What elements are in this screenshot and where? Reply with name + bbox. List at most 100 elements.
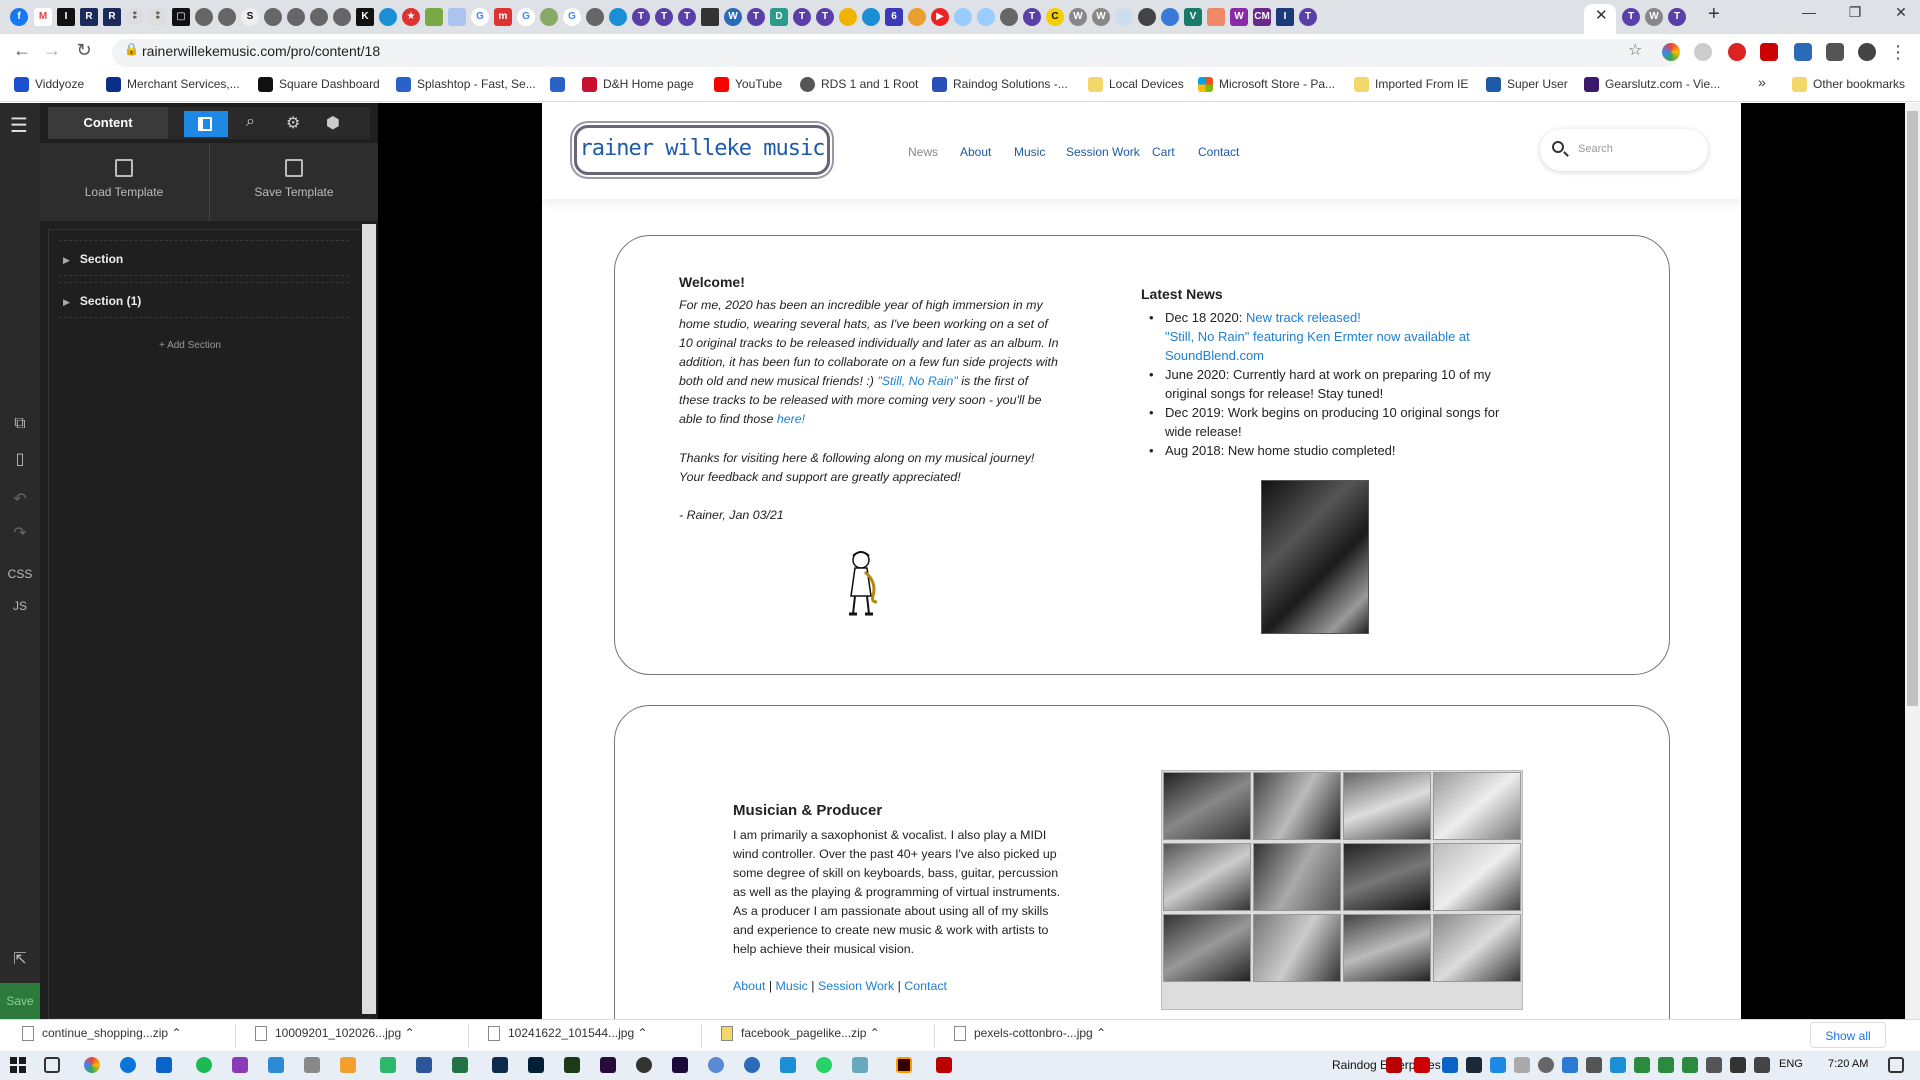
still-no-rain-link[interactable]: "Still, No Rain" — [877, 374, 957, 388]
tab-icon[interactable] — [701, 8, 719, 26]
notifications-icon[interactable] — [1888, 1057, 1904, 1073]
volume-icon[interactable] — [1754, 1057, 1770, 1073]
file-explorer-icon[interactable] — [340, 1057, 356, 1073]
tab-icon[interactable] — [609, 8, 627, 26]
bookmark-item[interactable]: Super User — [1486, 77, 1568, 93]
premiere-icon[interactable] — [600, 1057, 616, 1073]
app-icon[interactable] — [852, 1057, 868, 1073]
gear-icon[interactable]: ⚙ — [286, 113, 300, 133]
tab-icon[interactable] — [310, 8, 328, 26]
kebab-menu-icon[interactable]: ⋮ — [1886, 42, 1910, 63]
tab-icon[interactable] — [540, 8, 558, 26]
lock-icon[interactable]: 🔒 — [124, 42, 139, 56]
tab-icon[interactable] — [1115, 8, 1133, 26]
tab-icon[interactable]: T — [793, 8, 811, 26]
page-scrollbar[interactable] — [1905, 103, 1920, 1019]
tab-icon[interactable]: ⁑ — [149, 8, 167, 26]
display-icon[interactable] — [1730, 1057, 1746, 1073]
google-tab-icon[interactable]: G — [563, 8, 581, 26]
extension-icon[interactable] — [1794, 43, 1812, 61]
tab-icon[interactable]: T — [1023, 8, 1041, 26]
filezilla-icon[interactable] — [936, 1057, 952, 1073]
download-item[interactable]: continue_shopping...zip ⌃ — [22, 1026, 182, 1048]
tab-icon[interactable]: ⁑ — [126, 8, 144, 26]
steam-icon[interactable] — [1466, 1057, 1482, 1073]
new-track-link[interactable]: New track released! — [1246, 310, 1361, 325]
bookmark-star-icon[interactable]: ☆ — [1628, 40, 1642, 60]
nav-about[interactable]: About — [960, 145, 991, 159]
tray-icon[interactable] — [1538, 1057, 1554, 1073]
wordpress-tab-icon[interactable]: W — [1092, 8, 1110, 26]
app-icon[interactable] — [636, 1057, 652, 1073]
caret-right-icon[interactable]: ▶ — [63, 297, 70, 307]
tab-icon[interactable]: ▶ — [931, 8, 949, 26]
app-icon[interactable] — [232, 1057, 248, 1073]
bookmark-item[interactable]: Merchant Services,... — [106, 77, 240, 93]
tray-icon[interactable] — [1386, 1057, 1402, 1073]
contact-link[interactable]: Contact — [904, 979, 947, 993]
excel-icon[interactable] — [452, 1057, 468, 1073]
nav-cart[interactable]: Cart — [1152, 145, 1175, 159]
tab-icon[interactable]: W — [1230, 8, 1248, 26]
bookmark-item[interactable]: Square Dashboard — [258, 77, 380, 93]
tab-icon[interactable] — [264, 8, 282, 26]
hexagon-icon[interactable]: ⬢ — [326, 113, 340, 133]
google-tab-icon[interactable]: G — [517, 8, 535, 26]
download-item[interactable]: 10009201_102026...jpg ⌃ — [255, 1026, 415, 1048]
extension-icon[interactable] — [1662, 43, 1680, 61]
tray-icon[interactable] — [1514, 1057, 1530, 1073]
tab-icon[interactable]: T — [816, 8, 834, 26]
tree-section-item[interactable]: ▶ Section (1) — [59, 282, 349, 318]
tab-icon[interactable]: CM — [1253, 8, 1271, 26]
tab-icon[interactable] — [954, 8, 972, 26]
puzzle-icon[interactable] — [1826, 43, 1844, 61]
bookmark-item[interactable]: Raindog Solutions -... — [932, 77, 1068, 93]
chevron-up-icon[interactable]: ⌃ — [637, 1026, 647, 1040]
taskbar-clock[interactable]: 7:20 AM — [1828, 1058, 1868, 1070]
photoshop-icon[interactable] — [528, 1057, 544, 1073]
after-effects-icon[interactable] — [672, 1057, 688, 1073]
forward-arrow-icon[interactable]: → — [40, 40, 64, 61]
tab-icon[interactable]: ▢ — [172, 8, 190, 26]
external-link-icon[interactable]: ⇱ — [0, 949, 40, 969]
bookmarks-overflow-chevron[interactable]: » — [1758, 74, 1766, 90]
session-work-link[interactable]: Session Work — [818, 979, 894, 993]
wordpress-tab-icon[interactable]: W — [1645, 8, 1663, 26]
tab-icon[interactable] — [1138, 8, 1156, 26]
new-tab-button[interactable]: + — [1708, 3, 1720, 26]
js-button[interactable]: JS — [0, 599, 40, 613]
tab-icon[interactable]: 6 — [885, 8, 903, 26]
app-icon[interactable] — [380, 1057, 396, 1073]
wordpress-tab-icon[interactable]: W — [724, 8, 742, 26]
tab-icon[interactable] — [287, 8, 305, 26]
tab-icon[interactable] — [333, 8, 351, 26]
profile-avatar[interactable] — [1858, 43, 1876, 61]
lightroom-icon[interactable] — [492, 1057, 508, 1073]
tab-icon[interactable]: T — [1668, 8, 1686, 26]
dreamweaver-icon[interactable] — [564, 1057, 580, 1073]
pdf-extension-icon[interactable] — [1760, 43, 1778, 61]
tab-icon[interactable] — [425, 8, 443, 26]
app-icon[interactable] — [196, 1057, 212, 1073]
chevron-up-icon[interactable]: ⌃ — [404, 1026, 414, 1040]
extension-icon[interactable] — [1694, 43, 1712, 61]
nav-session-work[interactable]: Session Work — [1066, 145, 1140, 159]
chrome-icon[interactable] — [84, 1057, 100, 1073]
windows-start-icon[interactable] — [10, 1057, 26, 1073]
wordpress-tab-icon[interactable]: W — [1069, 8, 1087, 26]
tray-icon[interactable] — [1414, 1057, 1430, 1073]
tab-icon[interactable] — [586, 8, 604, 26]
tab-icon[interactable] — [839, 8, 857, 26]
tab-icon[interactable]: C — [1046, 8, 1064, 26]
nav-music[interactable]: Music — [1014, 145, 1045, 159]
tab-icon[interactable] — [1161, 8, 1179, 26]
bookmark-item[interactable]: Viddyoze — [14, 77, 84, 93]
app-icon[interactable] — [268, 1057, 284, 1073]
maximize-icon[interactable]: ❐ — [1840, 4, 1870, 21]
chevron-up-icon[interactable]: ⌃ — [870, 1026, 880, 1040]
download-item[interactable]: pexels-cottonbro-...jpg ⌃ — [954, 1026, 1106, 1048]
back-arrow-icon[interactable]: ← — [10, 40, 34, 61]
url-text[interactable]: rainerwillekemusic.com/pro/content/18 — [142, 43, 380, 59]
save-button[interactable]: Save — [0, 983, 40, 1019]
tab-icon[interactable] — [379, 8, 397, 26]
